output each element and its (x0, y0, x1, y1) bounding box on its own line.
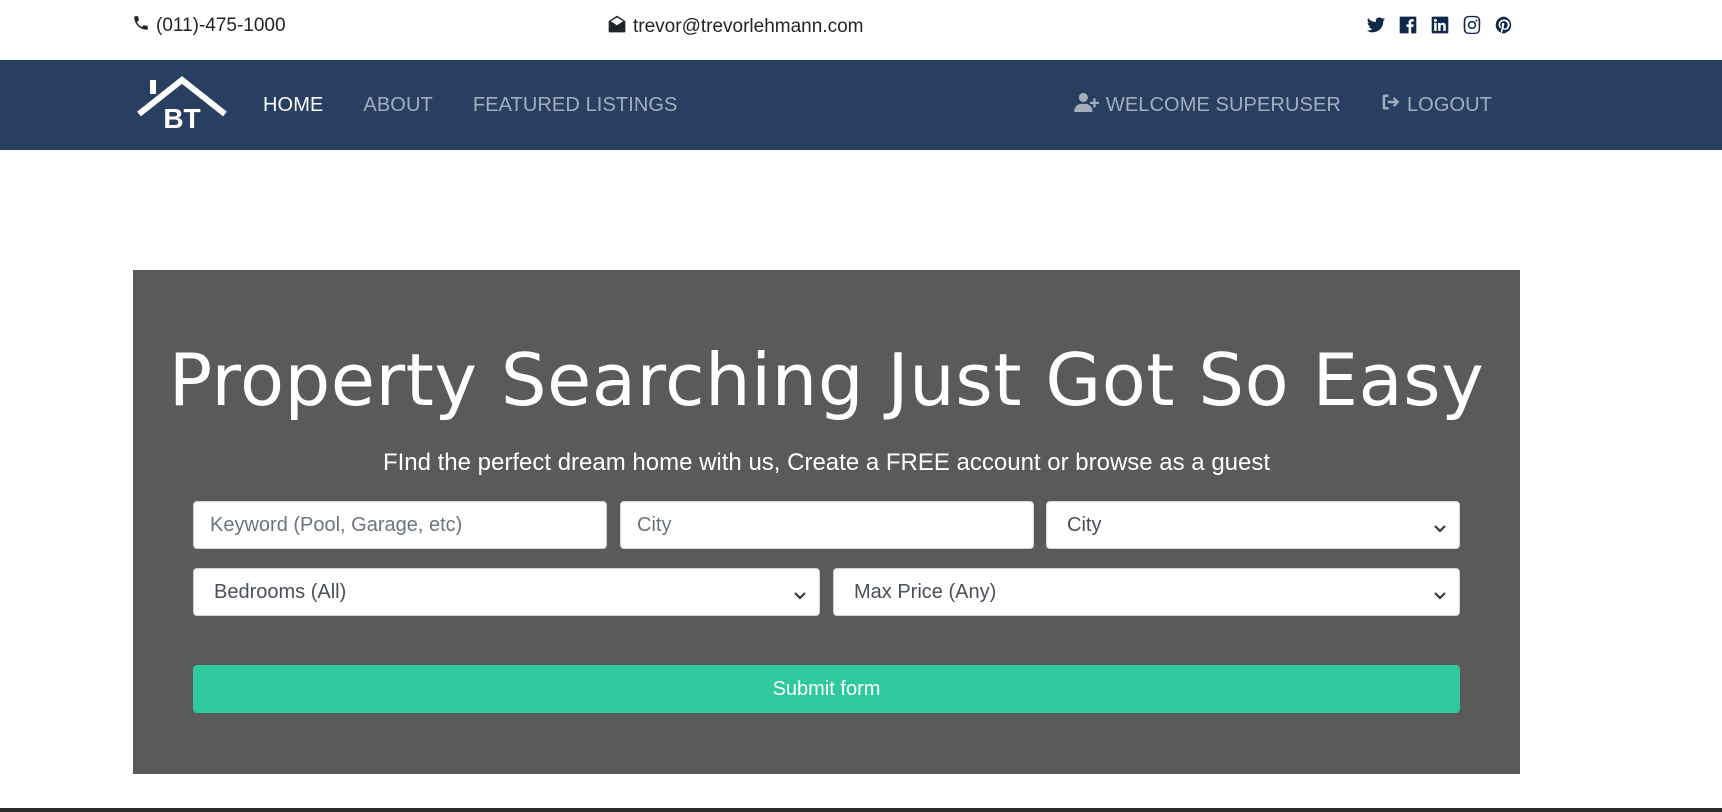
twitter-icon[interactable] (1365, 14, 1387, 36)
state-select-value: City (1067, 513, 1102, 536)
submit-button[interactable]: Submit form (193, 665, 1460, 713)
bedrooms-select-value: Bedrooms (All) (214, 580, 347, 603)
logout-label: LOGOUT (1406, 93, 1492, 116)
max-price-select-value: Max Price (Any) (854, 580, 997, 603)
showcase-title: Property Searching Just Got So Easy (168, 338, 1485, 422)
social-links (1365, 14, 1515, 36)
welcome-label: WELCOME SUPERUSER (1105, 93, 1341, 116)
max-price-select[interactable]: Max Price (Any) (833, 568, 1460, 616)
nav-featured-listings[interactable]: FEATURED LISTINGS (473, 94, 678, 117)
logo-text: BT (163, 103, 200, 134)
bedrooms-select[interactable]: Bedrooms (All) (193, 568, 820, 616)
top-bar: (011)-475-1000 trevor@trevorlehmann.com (0, 0, 1722, 60)
phone-icon (132, 14, 150, 38)
footer-divider (0, 808, 1722, 812)
pinterest-icon[interactable] (1493, 14, 1515, 36)
sign-out-icon (1381, 92, 1401, 118)
linkedin-icon[interactable] (1429, 14, 1451, 36)
nav-about[interactable]: ABOUT (363, 94, 432, 117)
email-address: trevor@trevorlehmann.com (633, 16, 864, 37)
email-contact[interactable]: trevor@trevorlehmann.com (607, 14, 863, 40)
keyword-placeholder: Keyword (Pool, Garage, etc) (210, 513, 463, 536)
chevron-down-icon (1433, 518, 1447, 533)
chevron-down-icon (793, 585, 807, 600)
nav-welcome-user[interactable]: WELCOME SUPERUSER (1074, 92, 1341, 118)
user-plus-icon (1074, 92, 1100, 118)
city-placeholder: City (637, 513, 672, 536)
facebook-icon[interactable] (1397, 14, 1419, 36)
search-showcase: Property Searching Just Got So Easy FInd… (133, 270, 1520, 774)
keyword-input[interactable]: Keyword (Pool, Garage, etc) (193, 501, 607, 549)
brand-logo[interactable]: BT (135, 76, 229, 134)
city-input[interactable]: City (620, 501, 1034, 549)
envelope-open-icon (607, 14, 627, 40)
main-navbar: BT HOME ABOUT FEATURED LISTINGS WELCOME … (0, 60, 1722, 150)
primary-nav: HOME ABOUT FEATURED LISTINGS (263, 60, 678, 150)
nav-logout[interactable]: LOGOUT (1381, 92, 1492, 118)
user-nav: WELCOME SUPERUSER LOGOUT (1074, 60, 1492, 150)
phone-number: (011)-475-1000 (156, 15, 286, 36)
nav-home[interactable]: HOME (263, 94, 323, 117)
chevron-down-icon (1433, 585, 1447, 600)
state-select[interactable]: City (1046, 501, 1460, 549)
phone-contact[interactable]: (011)-475-1000 (132, 14, 286, 38)
instagram-icon[interactable] (1461, 14, 1483, 36)
showcase-lead: FInd the perfect dream home with us, Cre… (382, 449, 1271, 476)
